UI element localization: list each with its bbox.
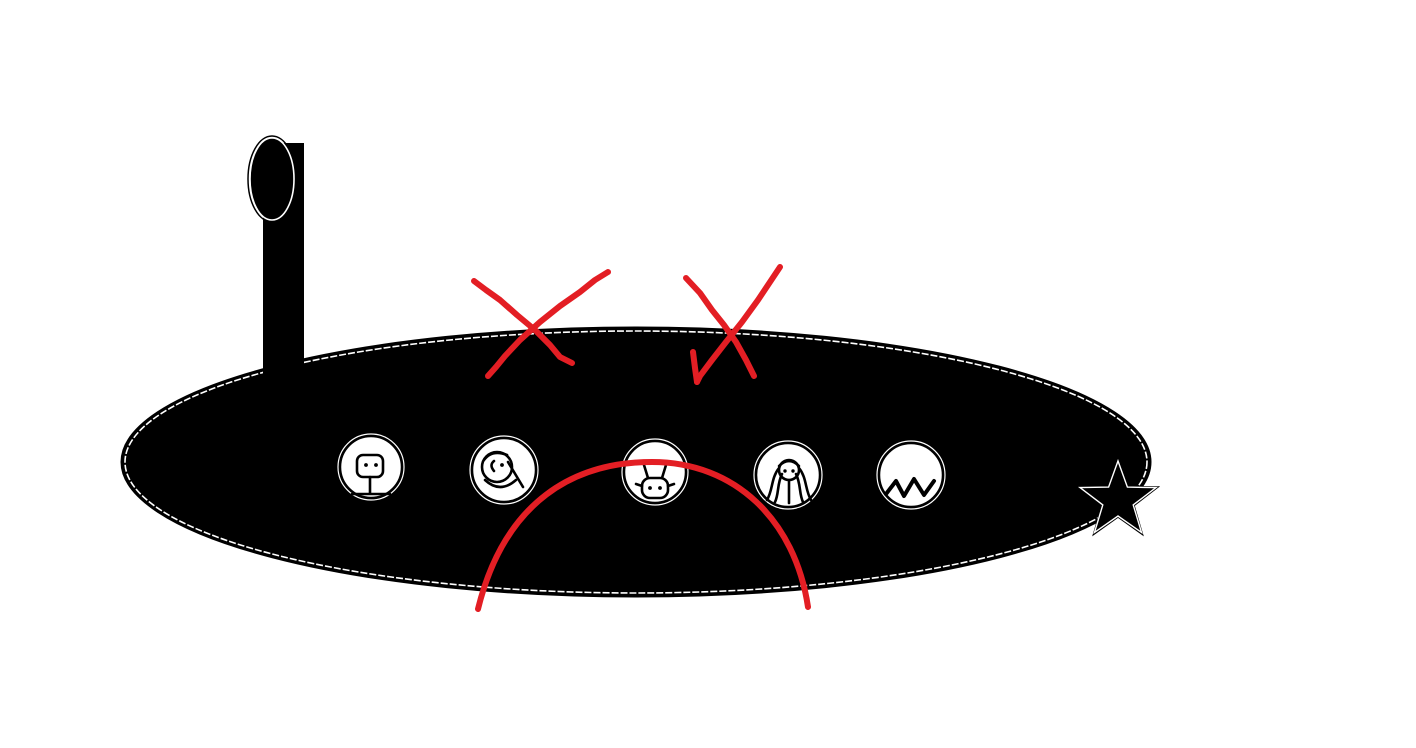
porthole-5 — [876, 440, 946, 510]
porthole-window — [877, 441, 945, 509]
porthole-4 — [753, 440, 823, 510]
porthole-window — [622, 439, 688, 505]
porthole-2 — [469, 435, 539, 505]
porthole-1 — [337, 433, 405, 501]
drawing-canvas — [120, 135, 1161, 612]
periscope — [247, 135, 304, 388]
periscope-lens-fill — [249, 137, 295, 221]
porthole-3 — [621, 438, 689, 506]
